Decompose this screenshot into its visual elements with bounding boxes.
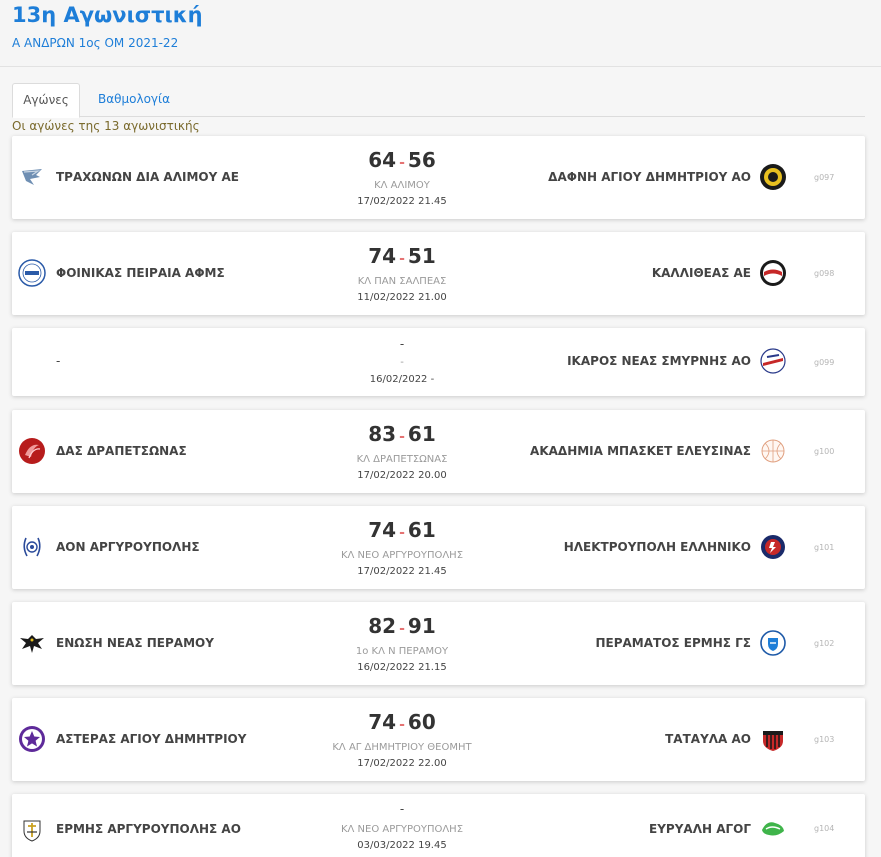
score-separator: - <box>399 155 405 171</box>
tab-bar: Αγώνες Βαθμολογία <box>12 83 865 118</box>
game-datetime: 17/02/2022 22.00 <box>357 758 447 769</box>
home-team-name[interactable]: - <box>56 354 60 368</box>
red-white-crest-icon <box>760 260 786 286</box>
away-team-name[interactable]: ΤΑΤΑΥΛΑ ΑΟ <box>665 732 751 746</box>
away-team-name[interactable]: ΠΕΡΑΜΑΤΟΣ ΕΡΜΗΣ ΓΣ <box>595 636 751 650</box>
home-score: 82 <box>368 614 397 638</box>
red-blue-crest-icon <box>761 535 785 559</box>
phoenix-1949-crest-icon <box>18 259 46 287</box>
home-score: 64 <box>368 148 397 172</box>
game-card[interactable]: ΦΟΙΝΙΚΑΣ ΠΕΙΡΑΙΑ ΑΦΜΣ 74-51 ΚΛ ΠΑΝ ΣΑΛΠΕ… <box>12 232 865 315</box>
game-code: g097 <box>814 173 835 182</box>
round-caption: Οι αγώνες της 13 αγωνιστικής <box>12 119 200 133</box>
game-card[interactable]: - - - 16/02/2022 - ΙΚΑΡΟΣ ΝΕΑΣ ΣΜΥΡΝΗΣ Α… <box>12 328 865 396</box>
green-crest-icon <box>762 822 784 836</box>
game-code: g103 <box>814 735 835 744</box>
tab-standings[interactable]: Βαθμολογία <box>84 83 184 117</box>
venue: ΚΛ ΔΡΑΠΕΤΣΩΝΑΣ <box>356 454 448 465</box>
game-card[interactable]: ΑΣΤΕΡΑΣ ΑΓΙΟΥ ΔΗΜΗΤΡΙΟΥ 74-60 ΚΛ ΑΓ ΔΗΜΗ… <box>12 698 865 781</box>
score: - <box>302 337 502 351</box>
red-black-stripes-crest-icon <box>763 731 783 751</box>
game-datetime: 16/02/2022 - <box>369 374 435 385</box>
score: - <box>302 802 502 816</box>
score-separator: - <box>399 525 405 541</box>
game-code: g100 <box>814 447 835 456</box>
bird-crest-icon <box>22 169 42 185</box>
home-team-name[interactable]: ΕΡΜΗΣ ΑΡΓΥΡΟΥΠΟΛΗΣ ΑΟ <box>56 822 241 836</box>
venue: ΚΛ ΑΛΙΜΟΥ <box>374 180 430 191</box>
away-score: 56 <box>407 148 436 172</box>
score: 74-51 <box>302 244 502 268</box>
game-datetime: 16/02/2022 21.15 <box>357 662 447 673</box>
score: 74-60 <box>302 710 502 734</box>
away-team-name[interactable]: ΙΚΑΡΟΣ ΝΕΑΣ ΣΜΥΡΝΗΣ ΑΟ <box>567 354 751 368</box>
away-team-name[interactable]: ΕΥΡΥΑΛΗ ΑΓΟΓ <box>649 822 751 836</box>
game-datetime: 17/02/2022 20.00 <box>357 470 447 481</box>
game-datetime: 17/02/2022 21.45 <box>357 566 447 577</box>
away-team-name[interactable]: ΑΚΑΔΗΜΙΑ ΜΠΑΣΚΕΤ ΕΛΕΥΣΙΝΑΣ <box>530 444 751 458</box>
score-separator: - <box>399 802 405 816</box>
score-separator: - <box>399 429 405 445</box>
game-code: g099 <box>814 358 835 367</box>
score-separator: - <box>399 621 405 637</box>
basketball-crest-icon <box>761 439 785 463</box>
black-yellow-crest-icon <box>760 164 786 190</box>
score-separator: - <box>399 337 405 351</box>
red-wave-crest-icon <box>19 438 45 464</box>
game-card[interactable]: ΑΟΝ ΑΡΓΥΡΟΥΠΟΛΗΣ 74-61 ΚΛ ΝΕΟ ΑΡΓΥΡΟΥΠΟΛ… <box>12 506 865 589</box>
score: 64-56 <box>302 148 502 172</box>
game-datetime: 03/03/2022 19.45 <box>357 840 447 851</box>
away-score: 51 <box>407 244 436 268</box>
home-score: 83 <box>368 422 397 446</box>
venue: ΚΛ ΑΓ ΔΗΜΗΤΡΙΟΥ ΘΕΟΜΗΤ <box>332 742 472 753</box>
home-team-name[interactable]: ΦΟΙΝΙΚΑΣ ΠΕΙΡΑΙΑ ΑΦΜΣ <box>56 266 225 280</box>
home-score: 74 <box>368 244 397 268</box>
game-card[interactable]: ΔΑΣ ΔΡΑΠΕΤΣΩΝΑΣ 83-61 ΚΛ ΔΡΑΠΕΤΣΩΝΑΣ 17/… <box>12 410 865 493</box>
blue-shield-crest-icon <box>760 630 786 656</box>
venue: ΚΛ ΠΑΝ ΣΑΛΠΕΑΣ <box>357 276 447 287</box>
away-score: 60 <box>407 710 436 734</box>
game-card[interactable]: ΕΝΩΣΗ ΝΕΑΣ ΠΕΡΑΜΟΥ 82-91 1ο ΚΛ Ν ΠΕΡΑΜΟΥ… <box>12 602 865 685</box>
game-code: g101 <box>814 543 835 552</box>
away-score: 61 <box>407 518 436 542</box>
venue: - <box>400 357 404 368</box>
venue: 1ο ΚΛ Ν ΠΕΡΑΜΟΥ <box>355 646 449 657</box>
page-title: 13η Αγωνιστική <box>12 3 203 27</box>
score: 82-91 <box>302 614 502 638</box>
page-header: 13η Αγωνιστική Α ΑΝΔΡΩΝ 1ος ΟΜ 2021-22 <box>0 0 881 67</box>
tab-games[interactable]: Αγώνες <box>12 83 80 118</box>
game-code: g102 <box>814 639 835 648</box>
game-code: g104 <box>814 824 835 833</box>
eagle-crest-icon <box>20 635 44 653</box>
away-score: 61 <box>407 422 436 446</box>
ikaros-crest-icon <box>760 348 786 374</box>
venue: ΚΛ ΝΕΟ ΑΡΓΥΡΟΥΠΟΛΗΣ <box>340 550 464 561</box>
score: 83-61 <box>302 422 502 446</box>
home-team-name[interactable]: ΑΣΤΕΡΑΣ ΑΓΙΟΥ ΔΗΜΗΤΡΙΟΥ <box>56 732 246 746</box>
away-team-name[interactable]: ΚΑΛΛΙΘΕΑΣ ΑΕ <box>652 266 751 280</box>
away-team-name[interactable]: ΗΛΕΚΤΡΟΥΠΟΛΗ ΕΛΛΗΝΙΚΟ <box>564 540 751 554</box>
away-team-name[interactable]: ΔΑΦΝΗ ΑΓΙΟΥ ΔΗΜΗΤΡΙΟΥ ΑΟ <box>548 170 751 184</box>
home-team-name[interactable]: ΔΑΣ ΔΡΑΠΕΤΣΩΝΑΣ <box>56 444 187 458</box>
game-card[interactable]: ΤΡΑΧΩΝΩΝ ΔΙΑ ΑΛΙΜΟΥ ΑΕ 64-56 ΚΛ ΑΛΙΜΟΥ 1… <box>12 136 865 219</box>
hermes-crest-icon <box>23 820 41 842</box>
home-score: 74 <box>368 518 397 542</box>
purple-star-crest-icon <box>19 726 45 752</box>
venue: ΚΛ ΝΕΟ ΑΡΓΥΡΟΥΠΟΛΗΣ <box>340 824 464 835</box>
blue-laurel-crest-icon <box>23 537 41 557</box>
score-separator: - <box>399 717 405 733</box>
game-datetime: 17/02/2022 21.45 <box>357 196 447 207</box>
away-score: 91 <box>407 614 436 638</box>
game-code: g098 <box>814 269 835 278</box>
score-separator: - <box>399 251 405 267</box>
page-subtitle[interactable]: Α ΑΝΔΡΩΝ 1ος ΟΜ 2021-22 <box>12 36 178 50</box>
home-score: 74 <box>368 710 397 734</box>
home-team-name[interactable]: ΑΟΝ ΑΡΓΥΡΟΥΠΟΛΗΣ <box>56 540 200 554</box>
home-team-name[interactable]: ΤΡΑΧΩΝΩΝ ΔΙΑ ΑΛΙΜΟΥ ΑΕ <box>56 170 239 184</box>
game-card[interactable]: ΕΡΜΗΣ ΑΡΓΥΡΟΥΠΟΛΗΣ ΑΟ - ΚΛ ΝΕΟ ΑΡΓΥΡΟΥΠΟ… <box>12 794 865 857</box>
game-datetime: 11/02/2022 21.00 <box>357 292 447 303</box>
score: 74-61 <box>302 518 502 542</box>
home-team-name[interactable]: ΕΝΩΣΗ ΝΕΑΣ ΠΕΡΑΜΟΥ <box>56 636 214 650</box>
